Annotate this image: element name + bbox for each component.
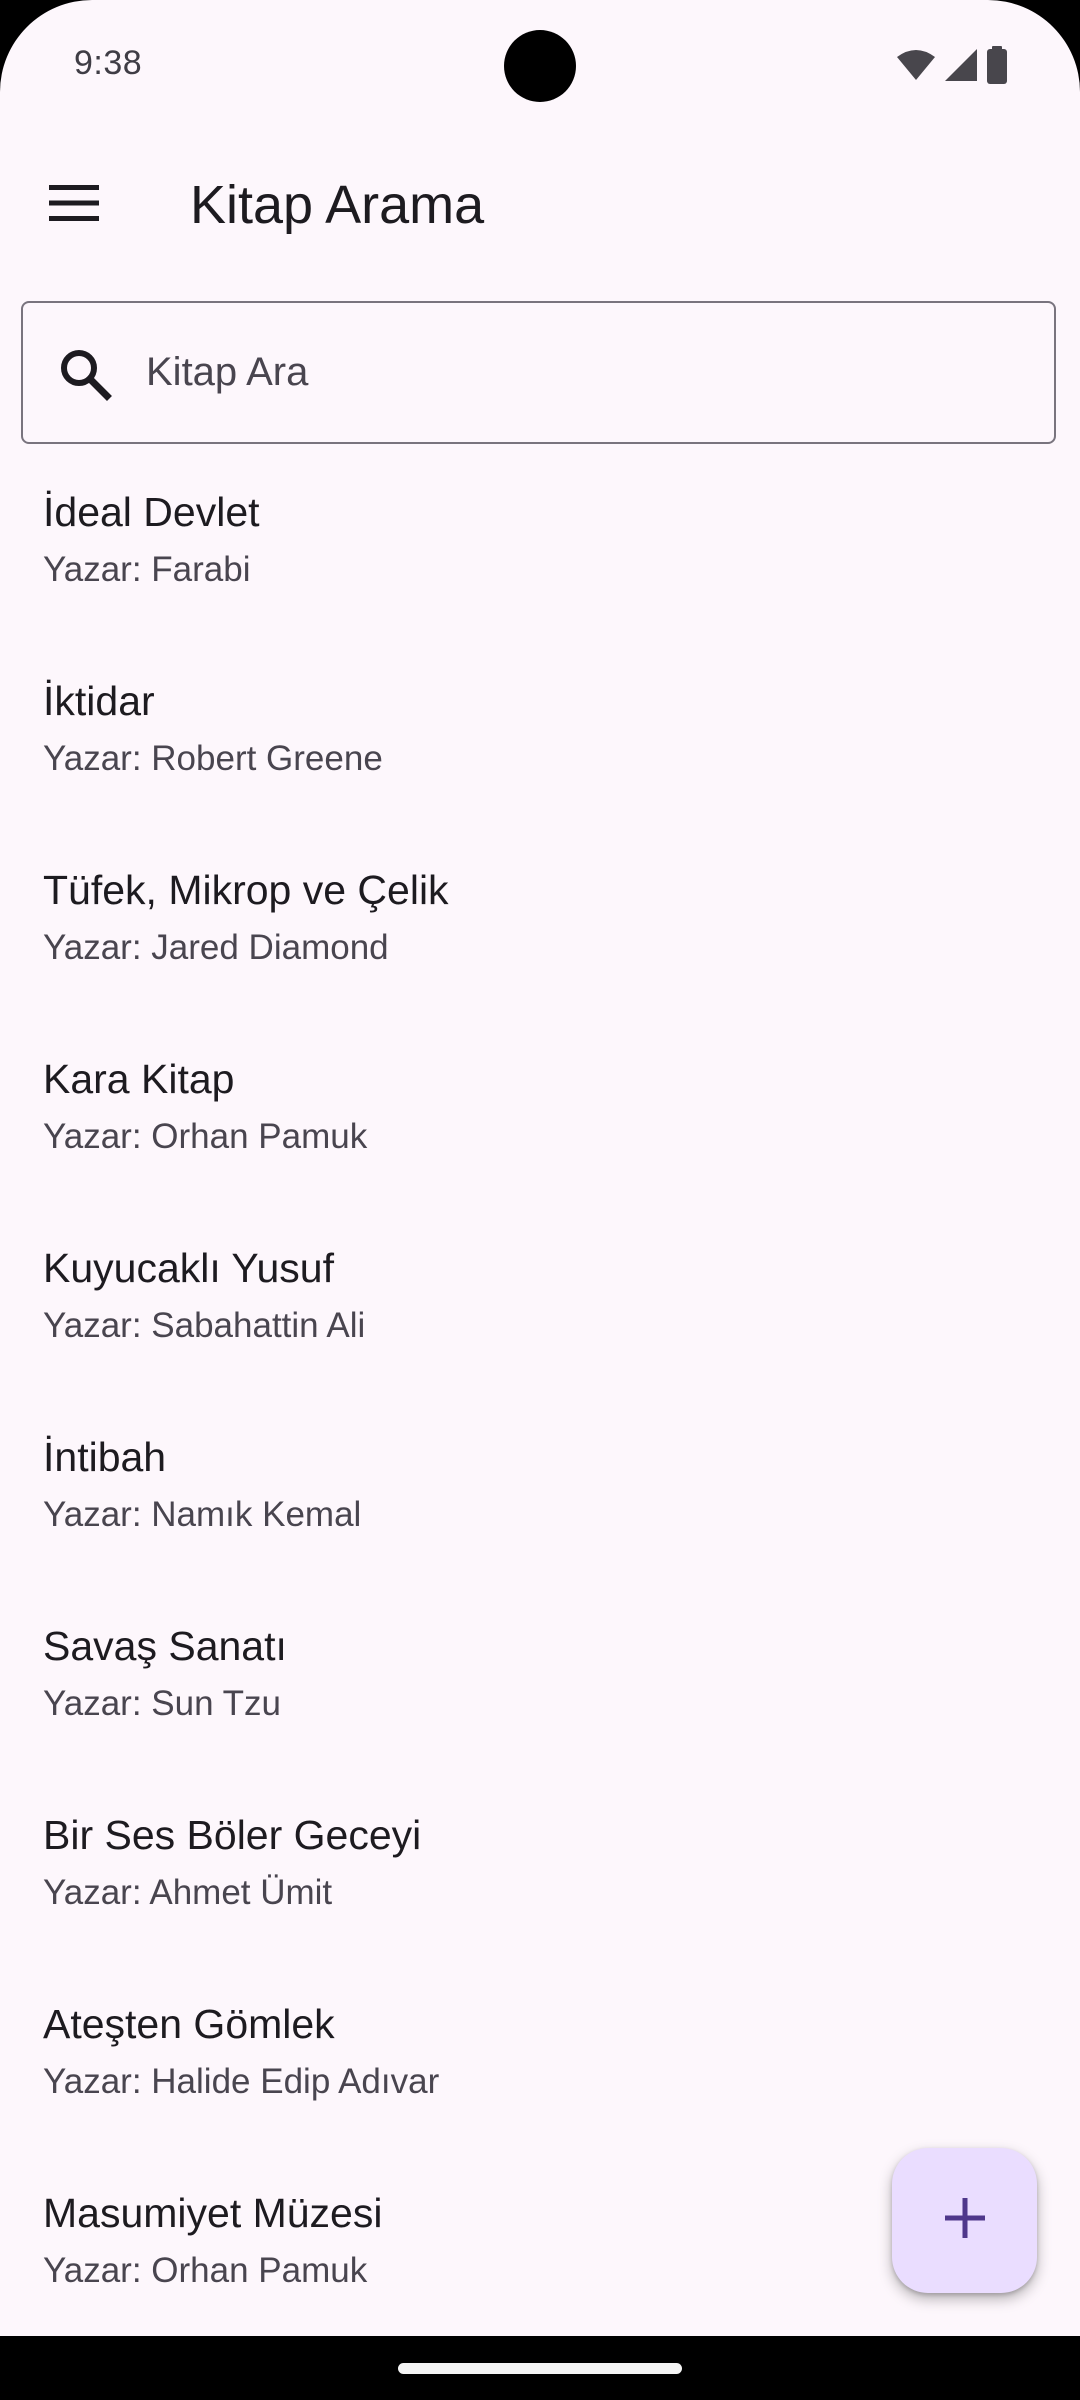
book-author: Yazar: Robert Greene [43,739,383,778]
battery-icon [986,46,1008,84]
wifi-icon [896,49,936,81]
status-time: 9:38 [74,44,143,82]
book-title: Kara Kitap [43,1056,235,1102]
book-author: Yazar: Sabahattin Ali [43,1306,366,1345]
book-list-item[interactable]: Kara Kitap Yazar: Orhan Pamuk [0,1037,1080,1226]
book-list-item[interactable]: İdeal Devlet Yazar: Farabi [0,470,1080,659]
book-author: Yazar: Halide Edip Adıvar [43,2062,440,2101]
book-title: İdeal Devlet [43,489,260,535]
book-author: Yazar: Farabi [43,550,251,589]
book-list-item[interactable]: Kuyucaklı Yusuf Yazar: Sabahattin Ali [0,1226,1080,1415]
camera-cutout [504,30,576,102]
book-author: Yazar: Orhan Pamuk [43,2251,368,2290]
gesture-navigation-bar[interactable] [398,2363,682,2374]
book-list-item[interactable]: Tüfek, Mikrop ve Çelik Yazar: Jared Diamo… [0,848,1080,1037]
book-author: Yazar: Namık Kemal [43,1495,362,1534]
app-screen: 9:38 Kitap Arama Kitap Ara İdeal Devlet … [0,0,1080,2336]
book-author: Yazar: Jared Diamond [43,928,389,967]
status-icons [896,46,1008,84]
book-list-item[interactable]: İntibah Yazar: Namık Kemal [0,1415,1080,1604]
page-title: Kitap Arama [190,175,485,235]
book-title: Tüfek, Mikrop ve Çelik [43,867,449,913]
book-list-item[interactable]: İktidar Yazar: Robert Greene [0,659,1080,848]
book-title: Bir Ses Böler Geceyi [43,1812,422,1858]
book-author: Yazar: Ahmet Ümit [43,1873,333,1912]
book-author: Yazar: Orhan Pamuk [43,1117,368,1156]
book-list: İdeal Devlet Yazar: Farabi İktidar Yazar: R… [0,470,1080,2336]
cellular-signal-icon [944,48,978,82]
add-icon [944,2198,985,2243]
book-author: Yazar: Sun Tzu [43,1684,281,1723]
book-list-item[interactable]: Bir Ses Böler Geceyi Yazar: Ahmet Ümit [0,1793,1080,1982]
top-app-bar: Kitap Arama [0,150,1080,260]
status-bar: 9:38 [0,0,1080,130]
book-list-item[interactable]: Savaş Sanatı Yazar: Sun Tzu [0,1604,1080,1793]
book-title: İntibah [43,1434,167,1480]
book-title: Ateşten Gömlek [43,2001,335,2047]
book-title: İktidar [43,678,155,724]
menu-button[interactable] [30,172,118,238]
search-field[interactable] [21,301,1056,444]
search-input[interactable] [146,329,1026,415]
add-book-button[interactable] [892,2148,1037,2293]
search-icon [57,346,113,402]
book-title: Masumiyet Müzesi [43,2190,383,2236]
book-title: Kuyucaklı Yusuf [43,1245,334,1291]
book-title: Savaş Sanatı [43,1623,287,1669]
menu-icon [49,184,99,226]
book-list-item[interactable]: Ateşten Gömlek Yazar: Halide Edip Adıvar [0,1982,1080,2171]
